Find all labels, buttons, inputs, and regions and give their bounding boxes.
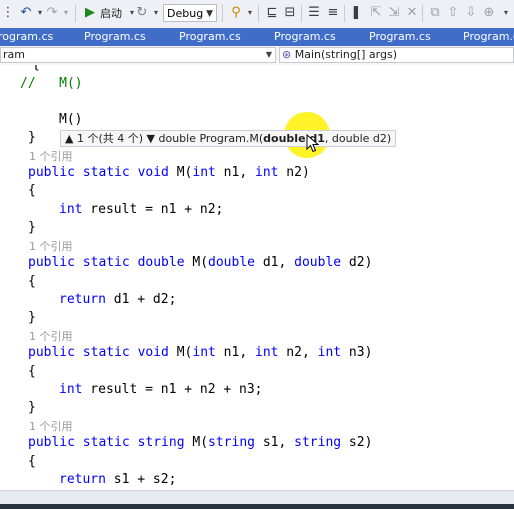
mouse-pointer-icon xyxy=(306,134,320,153)
member-dropdown[interactable]: ⊛ Main(string[] args) xyxy=(279,47,514,63)
reference-count-lens[interactable]: 1 个引用 xyxy=(29,240,73,254)
start-icon[interactable]: ▶ xyxy=(82,4,98,22)
code-line-comment: // M() xyxy=(20,76,83,91)
overload-counter[interactable]: ▲ 1 个(共 4 个) ▼ xyxy=(65,132,155,145)
chevron-down-icon: ▼ xyxy=(206,9,213,19)
status-bar xyxy=(0,504,514,509)
reference-count-lens[interactable]: 1 个引用 xyxy=(29,420,73,434)
code-line: int result = n1 + n2; xyxy=(59,202,224,217)
type-dropdown-value: ram xyxy=(3,48,25,61)
document-tab-bar: rogram.cs Program.cs Program.cs Program.… xyxy=(0,28,514,46)
reference-count-lens[interactable]: 1 个引用 xyxy=(29,330,73,344)
signature-help-tooltip: ▲ 1 个(共 4 个) ▼ double Program.M(double d… xyxy=(60,130,397,147)
next-bookmark-icon[interactable]: ⇲ xyxy=(386,4,402,22)
toolbar-separator xyxy=(301,5,302,22)
code-line: return s1 + s2; xyxy=(59,472,177,487)
code-line: { xyxy=(28,274,36,289)
code-line-method-signature: public static double M(double d1, double… xyxy=(28,255,373,270)
prev-bookmark-icon[interactable]: ⇱ xyxy=(368,4,384,22)
code-line-method-signature: public static string M(string s1, string… xyxy=(28,435,373,450)
toolbar-grip-icon: ⋮ xyxy=(1,5,15,20)
member-dropdown-value: Main(string[] args) xyxy=(294,48,398,61)
document-tab[interactable]: Program.cs xyxy=(274,28,336,46)
arrow-down-icon[interactable]: ⇩ xyxy=(463,4,479,22)
uncomment-lines-icon[interactable]: ≡ xyxy=(325,4,341,22)
start-button-label[interactable]: 启动 xyxy=(100,5,122,22)
code-line: int result = n1 + n2 + n3; xyxy=(59,382,263,397)
toolbar-separator xyxy=(258,5,259,22)
comment-lines-icon[interactable]: ☰ xyxy=(306,4,322,22)
document-tab[interactable]: Program.cs xyxy=(84,28,146,46)
configuration-value: Debug xyxy=(167,7,204,20)
toolbar-overflow-icon[interactable]: ▾ xyxy=(498,4,514,22)
type-dropdown[interactable]: ram ▼ xyxy=(0,47,276,63)
toolbar-separator xyxy=(222,5,223,22)
document-tab[interactable]: Program.cs xyxy=(369,28,431,46)
clear-bookmarks-icon[interactable]: ✕ xyxy=(404,4,420,22)
code-line: { xyxy=(28,364,36,379)
refresh-dropdown-icon[interactable]: ▾ xyxy=(148,4,164,22)
signature-prefix: double Program.M( xyxy=(158,132,264,145)
navigate-back-icon[interactable]: ⊑ xyxy=(264,4,280,22)
navigation-bar: ram ▼ ⊛ Main(string[] args) xyxy=(0,46,514,66)
horizontal-scroll-area xyxy=(0,490,514,509)
document-tab[interactable]: Program.cs xyxy=(179,28,241,46)
signature-rest: , double d2) xyxy=(324,132,392,145)
code-line-method-signature: public static void M(int n1, int n2, int… xyxy=(28,345,373,360)
redo-dropdown-icon[interactable]: ▾ xyxy=(58,4,74,22)
toolbar-separator xyxy=(344,5,345,22)
code-line: { xyxy=(28,183,36,198)
bookmark-icon[interactable]: ❚ xyxy=(348,4,364,22)
code-line-method-signature: public static void M(int n1, int n2) xyxy=(28,165,310,180)
toolbar-options-icon[interactable]: ⊕ xyxy=(481,4,497,22)
find-dropdown-icon[interactable]: ▾ xyxy=(242,4,258,22)
document-tab[interactable]: Program.cs xyxy=(463,28,514,46)
code-line: } xyxy=(28,310,36,325)
code-line: return d1 + d2; xyxy=(59,292,177,307)
code-line: { xyxy=(28,454,36,469)
code-line: } xyxy=(28,220,36,235)
chevron-down-icon: ▼ xyxy=(265,50,272,59)
reference-count-lens[interactable]: 1 个引用 xyxy=(29,150,73,164)
format-document-icon[interactable]: ⊟ xyxy=(282,4,298,22)
code-line: { xyxy=(32,65,514,74)
document-tab[interactable]: rogram.cs xyxy=(0,28,53,46)
toolbar: ⋮ ↶ ▾ ↷ ▾ ▶ 启动 ▾ ↻ ▾ Debug ▼ ⚲ ▾ ⊑ ⊟ ☰ ≡… xyxy=(0,0,514,29)
configuration-select[interactable]: Debug ▼ xyxy=(163,4,217,22)
code-line: } xyxy=(28,400,36,415)
copy-icon[interactable]: ⧉ xyxy=(427,4,443,22)
method-icon: ⊛ xyxy=(282,48,292,61)
toolbar-separator xyxy=(422,5,423,22)
arrow-up-icon[interactable]: ⇧ xyxy=(445,4,461,22)
toolbar-separator xyxy=(75,5,76,22)
